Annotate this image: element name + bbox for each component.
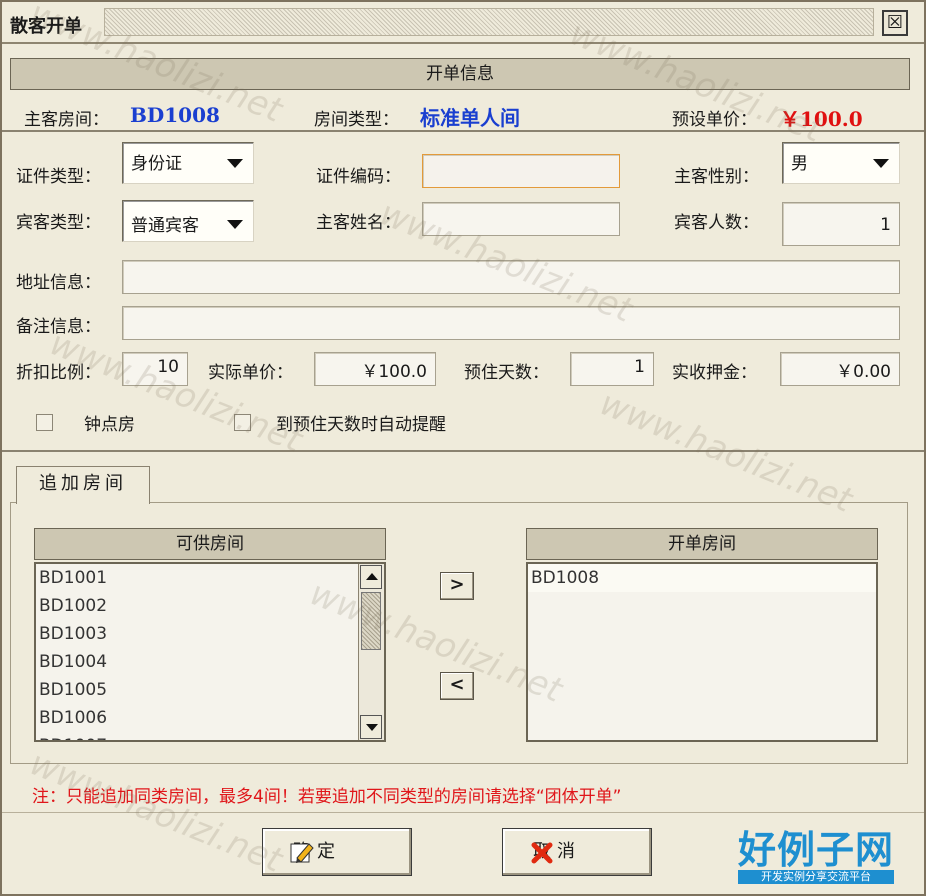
close-button[interactable]: ☒ [882, 10, 908, 36]
scroll-down-icon[interactable] [360, 715, 382, 739]
selected-rooms-header: 开单房间 [526, 528, 878, 560]
available-rooms-header: 可供房间 [34, 528, 386, 560]
list-item[interactable]: BD1006 [36, 704, 384, 732]
logo-text: 好例子网 [738, 828, 895, 872]
window: 散客开单 ☒ 开单信息 主客房间： BD1008 房间类型： 标准单人间 预设单… [0, 0, 926, 896]
list-item[interactable]: BD1007 [36, 732, 384, 740]
main-room-value: BD1008 [130, 103, 220, 127]
actual-price-input[interactable]: ￥100.0 [314, 352, 436, 386]
id-type-label: 证件类型： [16, 167, 101, 187]
main-room-label: 主客房间： [24, 110, 109, 130]
selected-rooms-list[interactable]: BD1008 [526, 562, 878, 742]
list-item[interactable]: BD1004 [36, 648, 384, 676]
deposit-input[interactable]: ￥0.00 [780, 352, 900, 386]
address-label: 地址信息： [16, 273, 101, 293]
room-type-value: 标准单人间 [420, 106, 520, 130]
gender-select[interactable]: 男 [782, 142, 900, 184]
watermark: www.haolizi.net [44, 323, 308, 461]
title-bar-pattern [104, 8, 874, 36]
list-item[interactable]: BD1005 [36, 676, 384, 704]
chevron-down-icon [873, 159, 889, 168]
room-type-label: 房间类型： [314, 110, 399, 130]
confirm-button[interactable]: 确定 [262, 828, 412, 876]
hourly-label: 钟点房 [84, 415, 135, 435]
list-item[interactable]: BD1003 [36, 620, 384, 648]
guest-type-label: 宾客类型： [16, 213, 101, 233]
days-input[interactable]: 1 [570, 352, 654, 386]
id-type-select[interactable]: 身份证 [122, 142, 254, 184]
tab-add-rooms[interactable]: 追加房间 [16, 466, 150, 504]
list-item[interactable]: BD1008 [528, 564, 876, 592]
days-label: 预住天数： [464, 363, 549, 383]
red-x-icon [529, 840, 555, 866]
id-number-label: 证件编码： [316, 167, 401, 187]
guest-type-value: 普通宾客 [131, 216, 199, 236]
edit-pencil-icon [289, 840, 315, 866]
actual-price-label: 实际单价： [208, 363, 293, 383]
divider [2, 450, 924, 452]
chevron-down-icon [227, 220, 243, 229]
id-type-value: 身份证 [131, 154, 182, 174]
guest-count-label: 宾客人数： [674, 213, 759, 233]
guest-type-select[interactable]: 普通宾客 [122, 200, 254, 242]
hourly-checkbox[interactable] [36, 414, 53, 431]
guest-count-input[interactable]: 1 [782, 202, 900, 246]
chevron-down-icon [227, 159, 243, 168]
cancel-button[interactable]: 取消 [502, 828, 652, 876]
gender-label: 主客性别： [674, 167, 759, 187]
watermark: www.haolizi.net [594, 383, 858, 521]
site-logo: 好例子网 开发实例分享交流平台 [738, 828, 895, 884]
remark-input[interactable] [122, 306, 900, 340]
scroll-up-icon[interactable] [360, 565, 382, 589]
logo-subtext: 开发实例分享交流平台 [738, 870, 895, 884]
deposit-label: 实收押金： [672, 363, 757, 383]
add-room-button[interactable]: > [440, 572, 474, 600]
id-number-input[interactable] [422, 154, 620, 188]
gender-value: 男 [791, 154, 808, 174]
